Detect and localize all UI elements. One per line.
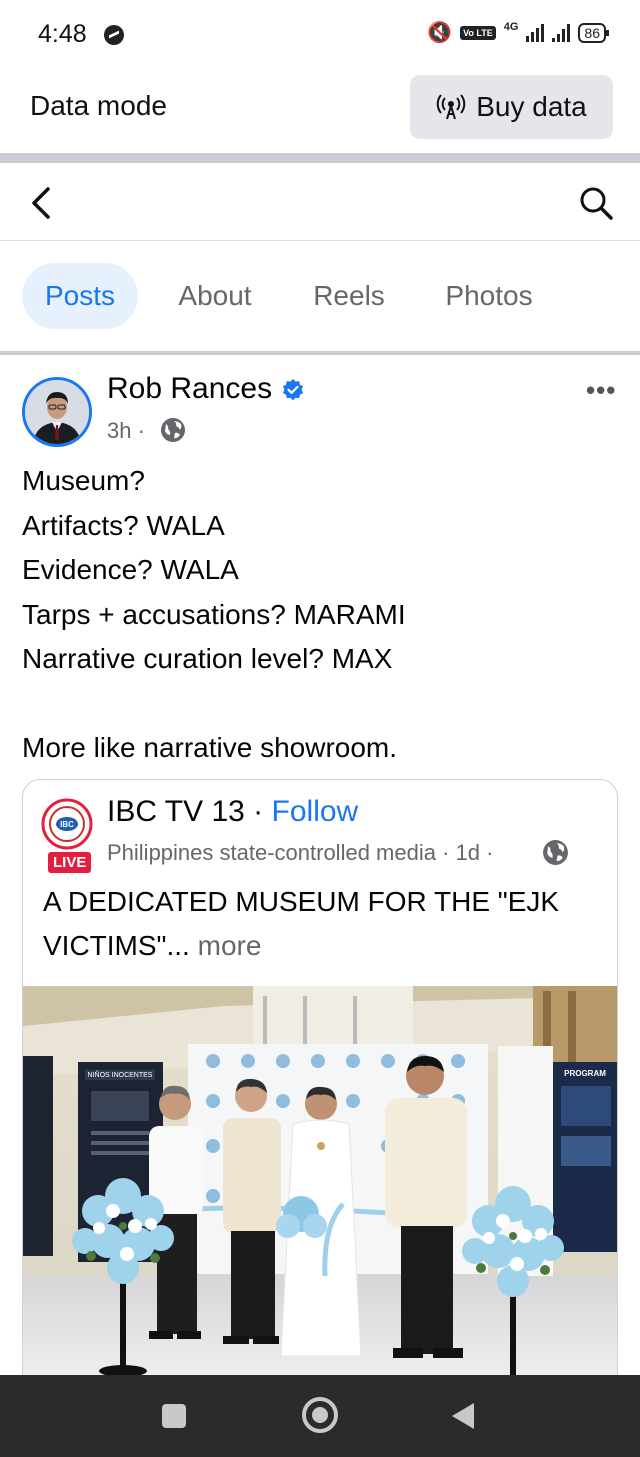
back-icon[interactable] <box>24 183 60 223</box>
home-icon[interactable] <box>302 1397 338 1433</box>
svg-text:IBC: IBC <box>60 820 74 829</box>
system-back-icon[interactable] <box>452 1403 474 1429</box>
shared-text: A DEDICATED MUSEUM FOR THE "EJK VICTIMS"… <box>43 886 560 961</box>
top-nav <box>0 163 640 241</box>
page-name: IBC TV 13 · Follow <box>107 795 358 829</box>
author-name[interactable]: Rob Rances <box>107 372 272 406</box>
mute-icon: 🔇 <box>427 22 453 44</box>
post-line: Tarps + accusations? MARAMI <box>22 598 406 630</box>
page-name-text[interactable]: IBC TV 13 <box>107 795 245 828</box>
tab-photos[interactable]: Photos <box>428 263 550 329</box>
tab-posts[interactable]: Posts <box>22 263 138 329</box>
system-nav-bar <box>0 1375 640 1457</box>
network-type: 4G <box>503 20 519 33</box>
globe-icon <box>543 840 568 865</box>
tab-about[interactable]: About <box>160 263 270 329</box>
recent-apps-icon[interactable] <box>162 1404 186 1428</box>
antenna-icon <box>437 94 466 120</box>
data-mode-label: Data mode <box>30 90 167 121</box>
globe-icon <box>161 418 185 442</box>
battery-icon: 86 <box>578 22 609 43</box>
post-line: More like narrative showroom. <box>22 732 398 763</box>
data-mode-bar: Data mode Buy data <box>0 66 640 153</box>
page-meta: Philippines state-controlled media · 1d … <box>107 840 494 865</box>
search-icon[interactable] <box>578 185 614 221</box>
post-line: Narrative curation level? MAX <box>22 643 393 674</box>
status-bar: 4:48 🔇 Vo LTE 4G 86 <box>0 0 640 66</box>
post-line: Artifacts? WALA <box>22 509 225 541</box>
post-line: Evidence? WALA <box>22 554 239 585</box>
follow-button[interactable]: Follow <box>272 795 359 828</box>
verified-icon <box>282 379 304 401</box>
post-time: 3h · <box>107 418 145 443</box>
post-photo[interactable]: NIÑOS INOCENTES PROGRAM <box>23 986 617 1375</box>
signal-icon-2 <box>552 23 571 42</box>
signal-icon <box>526 23 545 42</box>
see-more-link[interactable]: more <box>198 930 262 961</box>
buy-data-button[interactable]: Buy data <box>410 75 613 139</box>
ibc-logo[interactable]: IBC <box>41 798 93 850</box>
status-icons: 🔇 Vo LTE 4G 86 <box>427 20 609 45</box>
post-text: Museum? Artifacts? WALA Evidence? WALA T… <box>22 459 406 771</box>
profile-tabs: Posts About Reels Photos <box>0 241 640 351</box>
volte-badge: Vo LTE <box>460 25 496 40</box>
panel-label-left: NIÑOS INOCENTES <box>88 1070 153 1079</box>
ribbon-cutting-photo: NIÑOS INOCENTES PROGRAM <box>23 986 617 1375</box>
status-time: 4:48 <box>38 20 87 48</box>
avatar[interactable] <box>22 377 92 447</box>
divider <box>0 153 640 163</box>
post: Rob Rances 3h · ••• Museum? Artifacts? W… <box>0 355 640 1375</box>
shared-post-card[interactable]: IBC LIVE IBC TV 13 · Follow Philippines … <box>22 779 618 1375</box>
messenger-icon <box>104 25 124 45</box>
tab-reels[interactable]: Reels <box>298 263 400 329</box>
panel-label-right: PROGRAM <box>564 1069 606 1078</box>
avatar-image <box>25 380 89 444</box>
post-line <box>22 682 406 727</box>
separator: · <box>244 795 272 828</box>
post-line: Museum? <box>22 465 145 496</box>
buy-data-label: Buy data <box>476 91 587 122</box>
live-badge: LIVE <box>48 852 92 873</box>
shared-post-text: A DEDICATED MUSEUM FOR THE "EJK VICTIMS"… <box>43 880 603 968</box>
person-2 <box>223 1078 281 1344</box>
more-icon[interactable]: ••• <box>586 377 616 403</box>
